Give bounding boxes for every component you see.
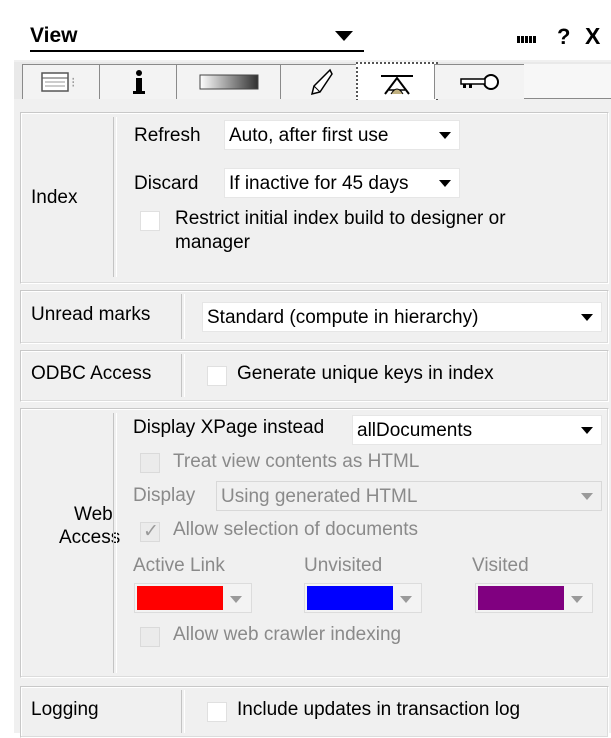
logging-divider [181, 690, 185, 733]
unique-keys-checkbox[interactable] [207, 366, 227, 386]
refresh-value: Auto, after first use [229, 125, 389, 146]
chevron-down-icon [581, 314, 593, 321]
xpage-select[interactable]: allDocuments [352, 415, 602, 445]
title-bar: View ? X [14, 14, 611, 60]
refresh-label: Refresh [134, 125, 201, 146]
crawler-checkbox[interactable] [140, 627, 160, 647]
discard-label: Discard [134, 173, 199, 194]
chevron-down-icon [400, 596, 412, 603]
tab-security[interactable] [434, 64, 526, 99]
odbc-section: ODBC Access Generate unique keys in inde… [20, 350, 609, 402]
unvisited-label: Unvisited [304, 555, 383, 576]
crawler-label: Allow web crawler indexing [173, 624, 402, 645]
unvisited-swatch [307, 586, 393, 610]
logging-section: Logging Include updates in transaction l… [20, 686, 609, 738]
display-label: Display [133, 485, 196, 506]
tab-strip: ⁝ [14, 62, 611, 101]
odbc-divider [181, 354, 185, 397]
chevron-down-icon [581, 493, 593, 500]
unread-divider [181, 294, 185, 339]
key-icon [460, 74, 499, 90]
visited-label: Visited [472, 555, 529, 576]
restrict-index-checkbox[interactable] [140, 211, 160, 231]
title-dropdown-icon[interactable] [335, 31, 353, 41]
advanced-icon [381, 74, 413, 95]
unread-marks-select[interactable]: Standard (compute in hierarchy) [202, 302, 602, 332]
pin-icon[interactable] [517, 30, 539, 43]
tab-info[interactable]: ⁝ [22, 64, 101, 99]
unread-marks-section: Unread marks Standard (compute in hierar… [20, 290, 609, 344]
rocket-icon [310, 68, 333, 96]
treat-html-label: Treat view contents as HTML [173, 451, 420, 472]
chevron-down-icon [230, 596, 242, 603]
refresh-select[interactable]: Auto, after first use [224, 120, 460, 150]
chevron-down-icon [439, 180, 451, 187]
chevron-down-icon [439, 132, 451, 139]
access-label: Access [59, 527, 121, 548]
active-link-color-picker[interactable] [134, 583, 252, 613]
xpage-label: Display XPage instead [133, 417, 325, 438]
web-divider [113, 413, 117, 673]
tab-launch[interactable] [280, 64, 358, 99]
visited-swatch [478, 586, 564, 610]
panel-title[interactable]: View [30, 24, 77, 48]
allow-selection-checkbox[interactable]: ✓ [140, 521, 160, 542]
discard-value: If inactive for 45 days [229, 173, 409, 194]
include-updates-checkbox[interactable] [207, 702, 227, 722]
advanced-tab-content: Index Refresh Auto, after first use Disc… [14, 100, 611, 738]
restrict-index-label: Restrict initial index build to designer… [175, 208, 506, 229]
tab-advanced[interactable] [356, 62, 438, 101]
chevron-down-icon [571, 596, 583, 603]
allow-selection-label: Allow selection of documents [173, 519, 419, 540]
help-button[interactable]: ? [557, 24, 570, 50]
close-button[interactable]: X [585, 23, 600, 50]
web-access-section: Web Access Display XPage instead allDocu… [20, 408, 609, 678]
restrict-index-label-line2: manager [175, 232, 250, 253]
index-label: Index [31, 187, 78, 208]
xpage-value: allDocuments [357, 420, 473, 441]
display-value: Using generated HTML [221, 486, 418, 507]
unread-marks-label: Unread marks [31, 304, 151, 325]
display-select[interactable]: Using generated HTML [216, 481, 602, 511]
unread-marks-value: Standard (compute in hierarchy) [207, 307, 479, 328]
title-underline [30, 50, 364, 52]
gradient-icon [199, 74, 259, 90]
treat-html-checkbox[interactable] [140, 453, 160, 473]
logging-label: Logging [31, 699, 99, 720]
index-section: Index Refresh Auto, after first use Disc… [20, 112, 609, 284]
checkmark-icon: ✓ [143, 521, 159, 542]
web-label: Web [74, 504, 113, 525]
active-link-swatch [137, 586, 223, 610]
index-divider [113, 117, 117, 277]
svg-text:⁝: ⁝ [71, 74, 75, 90]
tab-style[interactable] [176, 64, 282, 99]
odbc-label: ODBC Access [31, 363, 152, 384]
include-updates-label: Include updates in transaction log [237, 699, 521, 720]
chevron-down-icon [581, 427, 593, 434]
info-i-icon [132, 70, 145, 94]
info-table-icon: ⁝ [40, 72, 75, 92]
tab-strip-filler [524, 64, 611, 99]
tab-info-i[interactable] [99, 64, 178, 99]
discard-select[interactable]: If inactive for 45 days [224, 168, 460, 198]
view-properties-panel: View ? X ⁝ Index Refresh Auto, after fir… [14, 14, 611, 738]
visited-color-picker[interactable] [475, 583, 593, 613]
unique-keys-label: Generate unique keys in index [237, 363, 494, 384]
unvisited-color-picker[interactable] [304, 583, 422, 613]
active-link-label: Active Link [133, 555, 225, 576]
